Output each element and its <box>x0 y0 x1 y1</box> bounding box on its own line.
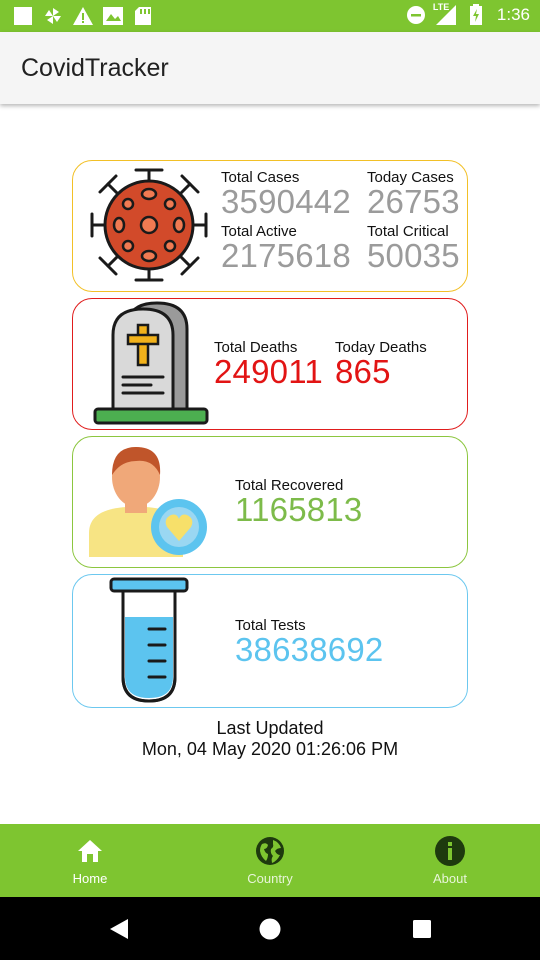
status-bar: LTE 1:36 <box>0 0 540 32</box>
nav-home[interactable]: Home <box>0 824 180 897</box>
nav-about[interactable]: About <box>360 824 540 897</box>
tests-card[interactable]: Total Tests 38638692 <box>72 574 468 708</box>
total-deaths-value: 249011 <box>214 353 323 390</box>
virus-icon <box>86 164 212 286</box>
cases-card[interactable]: Total Cases 3590442 Today Cases 26753 To… <box>72 160 468 292</box>
last-updated-label: Last Updated <box>216 718 324 738</box>
tombstone-icon <box>85 301 213 427</box>
app-title: CovidTracker <box>21 54 169 82</box>
nav-country-label: Country <box>247 871 293 886</box>
pinwheel-icon <box>42 5 64 27</box>
system-navigation-bar <box>0 897 540 960</box>
square-icon <box>12 5 34 27</box>
image-icon <box>102 5 124 27</box>
info-icon <box>434 835 466 867</box>
network-label: LTE <box>432 2 450 12</box>
home-circle-icon[interactable] <box>256 915 284 943</box>
recovered-card[interactable]: Total Recovered 1165813 <box>72 436 468 568</box>
total-tests-value: 38638692 <box>235 631 384 668</box>
status-bar-notifications <box>12 5 154 27</box>
today-cases-value: 26753 <box>367 183 460 220</box>
total-active-value: 2175618 <box>221 237 351 274</box>
globe-icon <box>254 835 286 867</box>
today-deaths-value: 865 <box>335 353 391 390</box>
battery-icon <box>465 4 487 26</box>
warning-icon <box>72 5 94 27</box>
total-recovered-value: 1165813 <box>235 491 363 528</box>
nav-about-label: About <box>433 871 467 886</box>
nav-country[interactable]: Country <box>180 824 360 897</box>
sd-card-icon <box>132 5 154 27</box>
recovered-person-icon <box>87 445 211 559</box>
signal-icon: LTE <box>432 2 459 26</box>
dnd-icon <box>405 4 427 26</box>
back-icon[interactable] <box>104 915 132 943</box>
status-bar-system: LTE 1:36 <box>405 2 530 26</box>
deaths-card[interactable]: Total Deaths 249011 Today Deaths 865 <box>72 298 468 430</box>
total-critical-value: 50035 <box>367 237 460 274</box>
app-bar: CovidTracker <box>0 32 540 104</box>
clock: 1:36 <box>496 5 530 24</box>
bottom-navigation: Home Country About <box>0 824 540 897</box>
nav-home-label: Home <box>72 871 108 886</box>
last-updated-value: Mon, 04 May 2020 01:26:06 PM <box>141 739 399 759</box>
total-cases-value: 3590442 <box>221 183 351 220</box>
home-icon <box>74 835 106 867</box>
test-tube-icon <box>109 577 189 705</box>
recents-icon[interactable] <box>408 915 436 943</box>
